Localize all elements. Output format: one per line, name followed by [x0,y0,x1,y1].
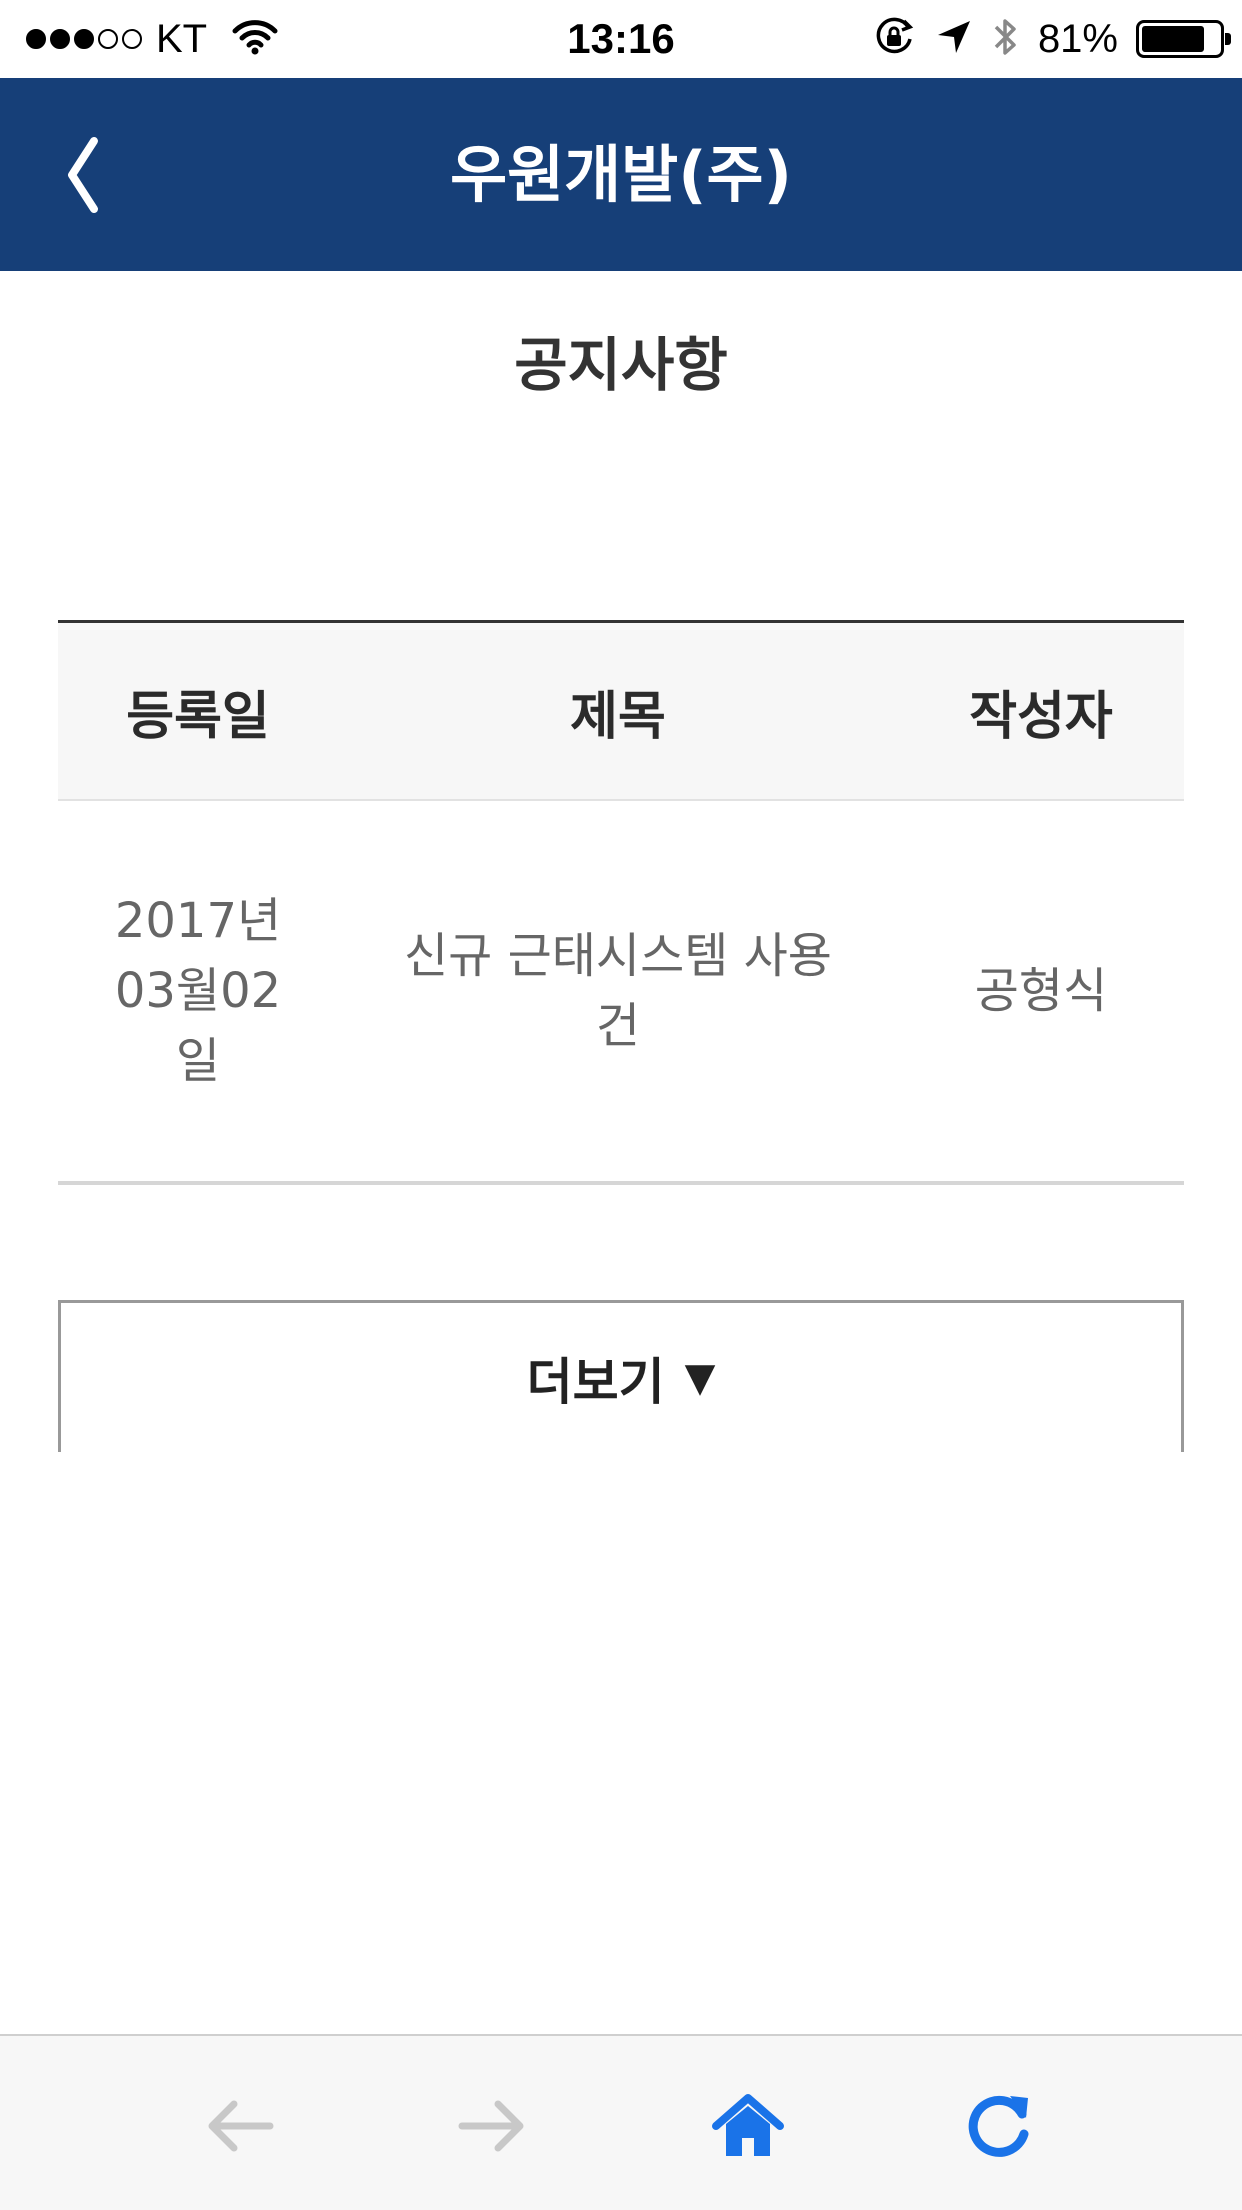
nav-refresh-button[interactable] [960,2086,1040,2166]
nav-home-button[interactable] [708,2086,788,2166]
app-header: 우원개발(주) [0,78,1242,271]
app-title: 우원개발(주) [450,138,792,211]
table-header: 등록일 제목 작성자 [58,620,1184,801]
page-title: 공지사항 [514,331,728,399]
status-right: 81% [872,12,1231,66]
triangle-down-icon: ▼ [684,1354,716,1401]
nav-back-button[interactable] [200,2086,280,2166]
column-header-date: 등록일 [126,686,270,747]
column-header-title: 제목 [570,686,666,747]
refresh-icon [968,2095,1029,2157]
back-arrow-icon [208,2100,274,2152]
row-date: 2017년03월02일 [114,893,282,1089]
more-button[interactable]: 더보기 ▼ [58,1300,1184,1452]
more-button-label: 더보기 [526,1352,665,1411]
bluetooth-icon [992,15,1020,63]
forward-arrow-icon [458,2100,524,2152]
bottom-nav-bar [0,2034,1242,2210]
status-bar: KT 13:16 81% [0,0,1242,78]
home-icon [712,2094,784,2156]
row-author: 공형식 [974,963,1108,1019]
nav-forward-button[interactable] [452,2086,532,2166]
table-row[interactable]: 2017년03월02일 신규 근태시스템 사용 건 공형식 [58,801,1184,1185]
rotation-lock-icon [872,15,916,63]
battery-icon [1136,20,1231,58]
column-header-author: 작성자 [969,686,1113,747]
location-arrow-icon [934,17,974,61]
battery-percent: 81% [1037,16,1118,61]
row-title: 신규 근태시스템 사용 건 [404,928,832,1054]
notice-table: 등록일 제목 작성자 2017년03월02일 신규 근태시스템 사용 건 공형식 [58,620,1184,1185]
